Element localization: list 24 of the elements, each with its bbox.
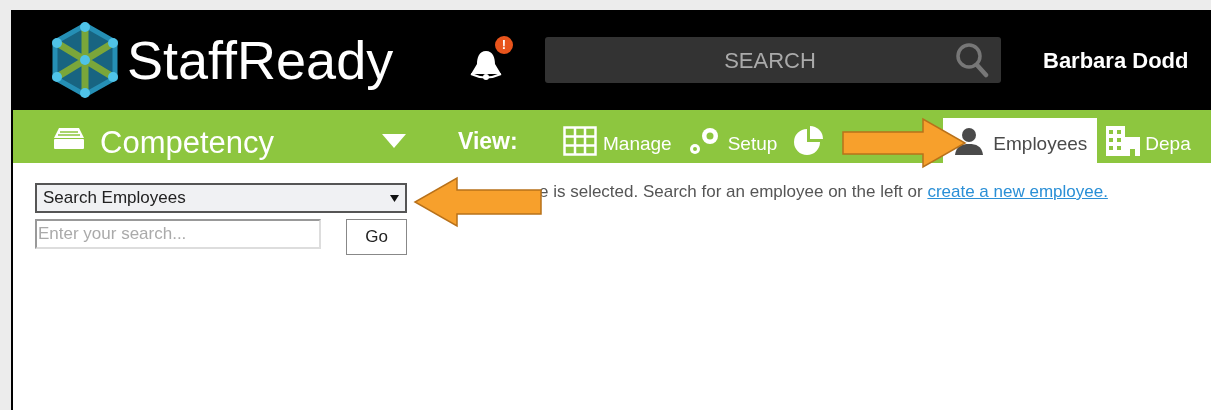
user-name[interactable]: Barbara Dodd — [1043, 43, 1189, 77]
search-type-dropdown[interactable]: Search Employees — [35, 183, 407, 213]
drawer-icon — [53, 126, 85, 150]
person-icon — [953, 125, 986, 156]
create-employee-link[interactable]: create a new employee. — [927, 182, 1108, 201]
module-title[interactable]: Competency — [100, 120, 382, 163]
view-tab[interactable]: Setup — [679, 118, 786, 163]
grid-icon — [563, 125, 597, 156]
view-tab[interactable]: Employees — [943, 118, 1098, 163]
search-icon — [955, 42, 989, 78]
search-field[interactable]: SEARCH — [545, 37, 1001, 83]
alert-badge: ! — [495, 36, 513, 54]
view-label: View: — [458, 127, 519, 156]
pie-chart-icon — [793, 124, 826, 157]
notification-bell[interactable]: ! — [467, 36, 513, 84]
view-tab[interactable]: Manage — [555, 118, 680, 163]
go-button[interactable]: Go — [346, 219, 407, 255]
view-tab[interactable]: Depa — [1097, 118, 1199, 163]
caret-down-icon[interactable] — [382, 134, 406, 148]
hexagon-logo-icon — [51, 22, 119, 98]
search-input[interactable]: Enter your search... — [35, 219, 321, 249]
search-input[interactable]: SEARCH — [585, 43, 955, 77]
caret-down-icon — [390, 194, 399, 202]
building-icon — [1105, 124, 1142, 157]
